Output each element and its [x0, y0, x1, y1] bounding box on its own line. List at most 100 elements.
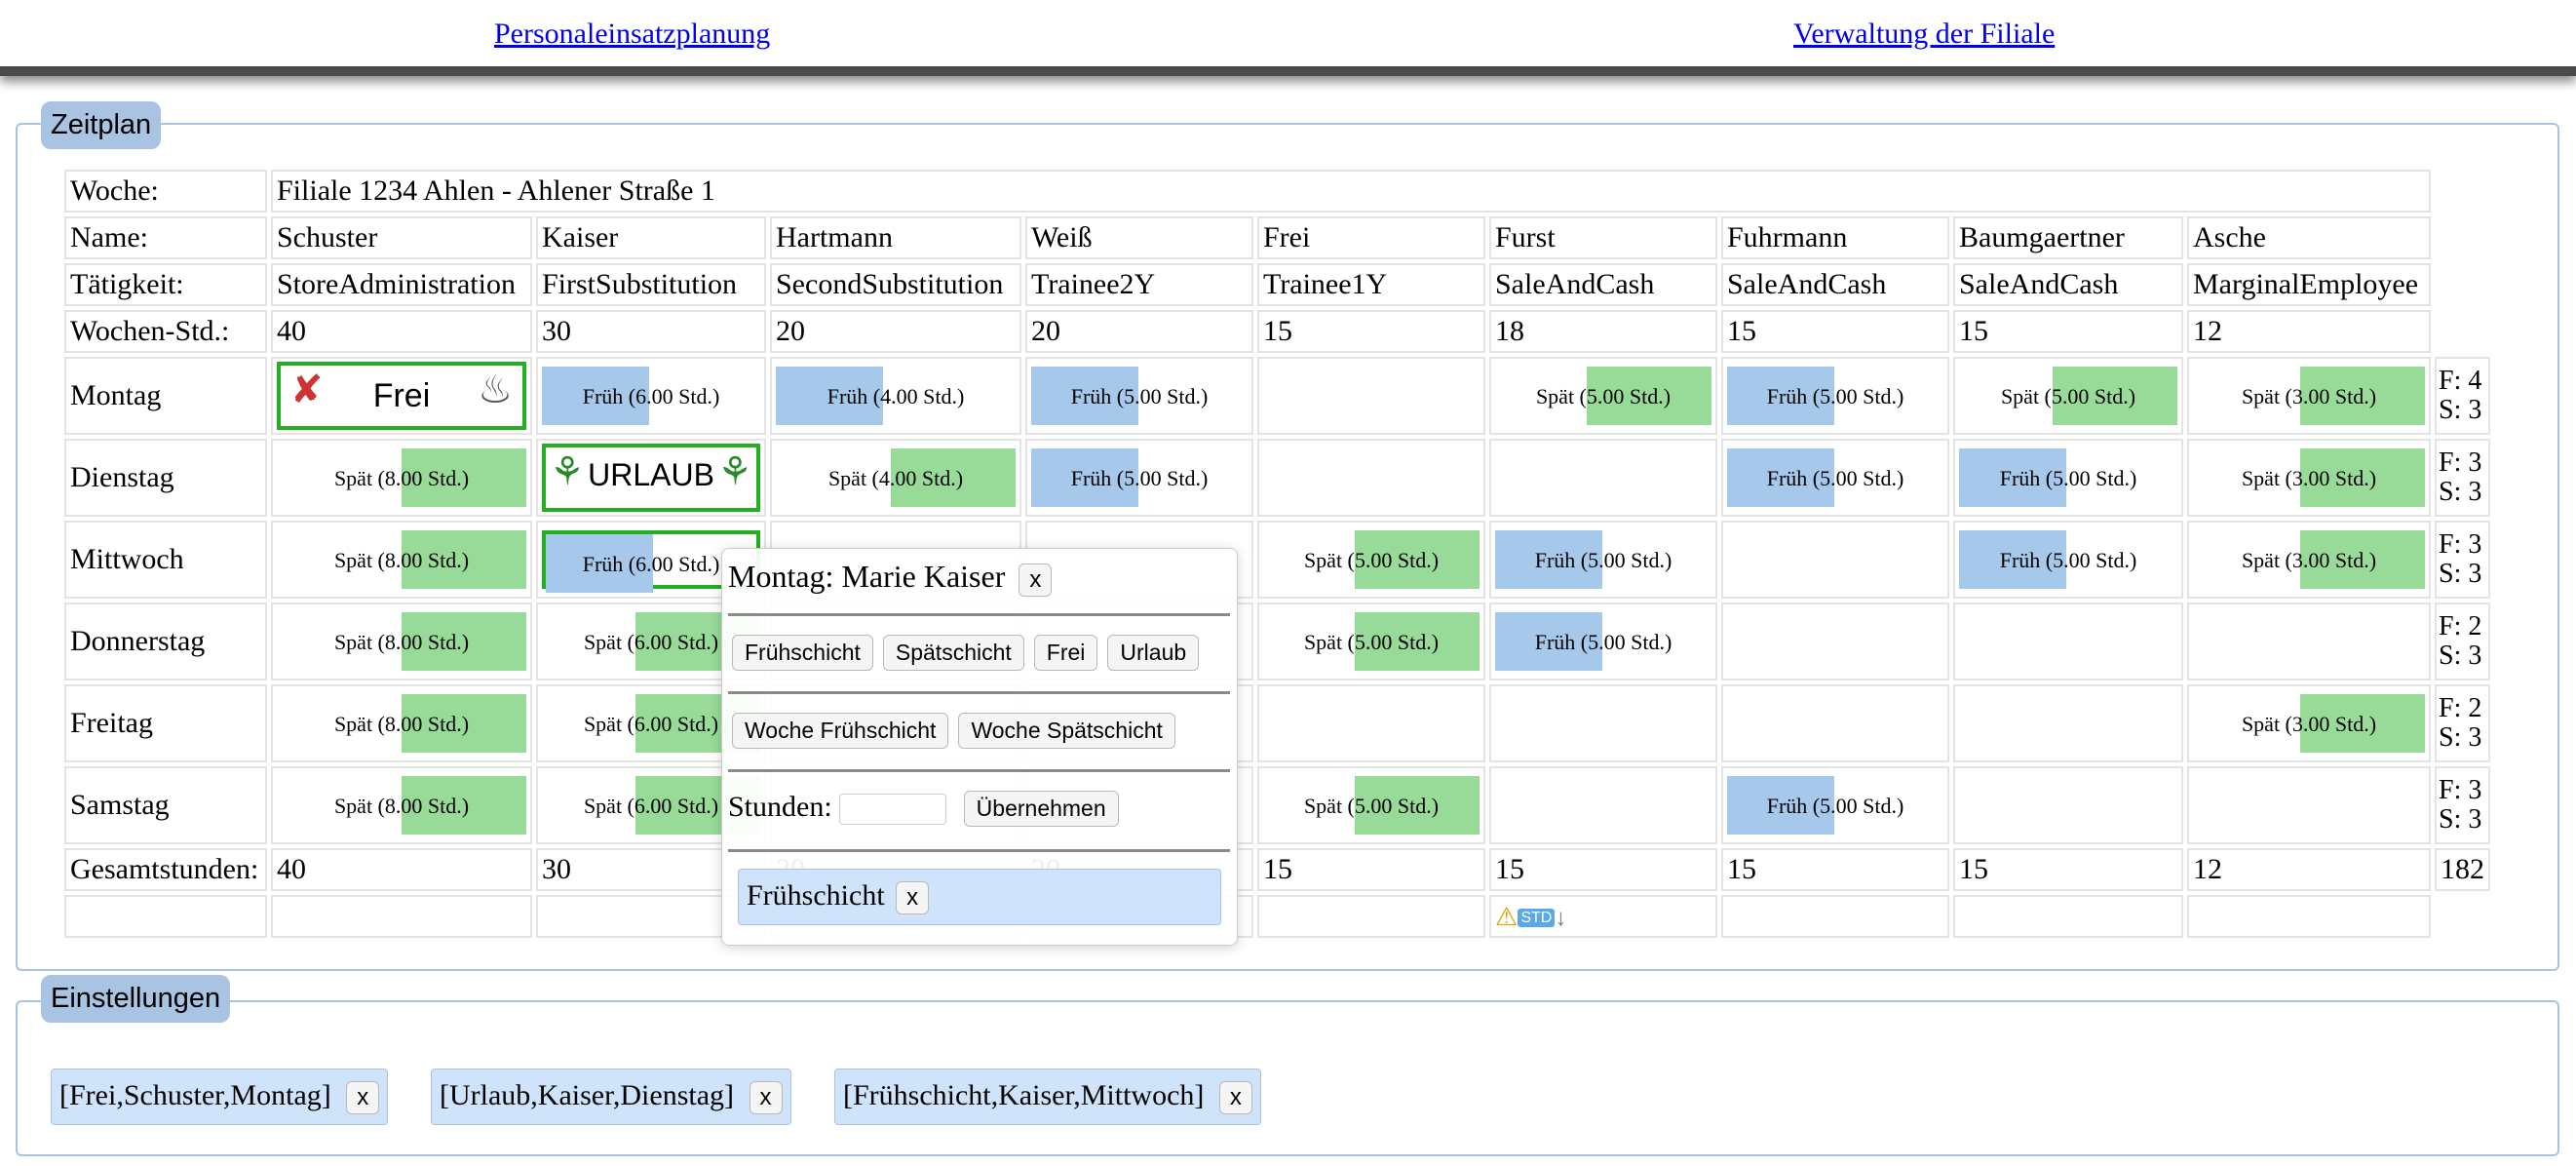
shift-cell[interactable]: ✘ Frei ♨ — [271, 357, 532, 435]
employee-name: Schuster — [271, 216, 532, 259]
woche-fruehschicht-button[interactable]: Woche Frühschicht — [732, 713, 949, 749]
shift-cell[interactable]: Spät (5.00 Std.) — [1257, 766, 1485, 844]
shift-cell[interactable]: Spät (8.00 Std.) — [271, 602, 532, 680]
shift-cell[interactable]: Spät (8.00 Std.) — [271, 766, 532, 844]
late-shift[interactable]: Spät (5.00 Std.) — [1959, 367, 2177, 425]
early-shift[interactable]: Früh (5.00 Std.) — [1031, 448, 1248, 507]
late-shift[interactable]: Spät (8.00 Std.) — [277, 694, 526, 753]
late-shift[interactable]: Spät (3.00 Std.) — [2193, 530, 2425, 589]
spaetschicht-button[interactable]: Spätschicht — [882, 635, 1024, 671]
early-shift[interactable]: Früh (5.00 Std.) — [1495, 530, 1711, 589]
shift-label: Früh (5.00 Std.) — [1766, 466, 1904, 490]
late-shift[interactable]: Spät (5.00 Std.) — [1263, 612, 1480, 671]
shift-cell[interactable] — [1721, 684, 1949, 762]
verwaltung-filiale-link[interactable]: Verwaltung der Filiale — [1793, 18, 2055, 51]
shift-label: Spät (8.00 Std.) — [333, 466, 470, 490]
shift-cell[interactable]: Spät (5.00 Std.) — [1489, 357, 1717, 435]
shift-cell[interactable] — [1953, 684, 2183, 762]
shift-label: Spät (8.00 Std.) — [333, 630, 470, 654]
shift-cell[interactable]: Früh (5.00 Std.) — [1721, 357, 1949, 435]
shift-cell[interactable]: Spät (3.00 Std.) — [2187, 521, 2431, 599]
shift-cell[interactable]: Spät (5.00 Std.) — [1257, 602, 1485, 680]
early-shift[interactable]: Früh (5.00 Std.) — [1495, 612, 1711, 671]
shift-cell[interactable]: Spät (3.00 Std.) — [2187, 439, 2431, 517]
fruehschicht-button[interactable]: Frühschicht — [732, 635, 873, 671]
popup-close-button[interactable]: x — [1019, 564, 1053, 597]
setting-chip-remove-button[interactable]: x — [346, 1081, 380, 1114]
urlaub-marker[interactable]: ⚘ URLAUB ⚘ — [542, 444, 760, 512]
woche-spaetschicht-button[interactable]: Woche Spätschicht — [958, 713, 1175, 749]
late-shift[interactable]: Spät (8.00 Std.) — [277, 530, 526, 589]
late-shift[interactable]: Spät (8.00 Std.) — [277, 612, 526, 671]
late-shift[interactable]: Spät (5.00 Std.) — [1263, 776, 1480, 835]
late-shift[interactable]: Spät (3.00 Std.) — [2193, 367, 2425, 425]
early-shift[interactable]: Früh (4.00 Std.) — [776, 367, 1016, 425]
early-count: F: 3 — [2439, 447, 2482, 478]
late-shift[interactable]: Spät (8.00 Std.) — [277, 776, 526, 835]
shift-cell[interactable]: Früh (6.00 Std.) — [536, 357, 766, 435]
shift-cell[interactable]: Spät (8.00 Std.) — [271, 521, 532, 599]
shift-cell[interactable]: Früh (5.00 Std.) — [1025, 357, 1253, 435]
shift-cell[interactable]: Spät (8.00 Std.) — [271, 684, 532, 762]
warning-cell — [1953, 895, 2183, 938]
shift-cell[interactable]: ⚘ URLAUB ⚘ — [536, 439, 766, 517]
shift-cell[interactable]: Früh (5.00 Std.) — [1025, 439, 1253, 517]
employee-role: SaleAndCash — [1721, 263, 1949, 306]
late-shift[interactable]: Spät (4.00 Std.) — [776, 448, 1016, 507]
setting-chip-remove-button[interactable]: x — [749, 1081, 783, 1114]
shift-cell[interactable] — [1489, 684, 1717, 762]
personaleinsatzplanung-link[interactable]: Personaleinsatzplanung — [494, 18, 770, 51]
early-shift[interactable]: Früh (5.00 Std.) — [1727, 367, 1943, 425]
shift-cell[interactable] — [1721, 521, 1949, 599]
shift-cell[interactable]: Spät (3.00 Std.) — [2187, 357, 2431, 435]
shift-cell[interactable] — [1721, 602, 1949, 680]
shift-cell[interactable]: Spät (8.00 Std.) — [271, 439, 532, 517]
setting-chip-remove-button[interactable]: x — [1218, 1081, 1252, 1114]
early-shift[interactable]: Früh (5.00 Std.) — [1727, 776, 1943, 835]
late-shift[interactable]: Spät (3.00 Std.) — [2193, 694, 2425, 753]
shift-cell[interactable]: Spät (5.00 Std.) — [1953, 357, 2183, 435]
shift-cell[interactable]: Spät (5.00 Std.) — [1257, 521, 1485, 599]
late-shift[interactable]: Spät (3.00 Std.) — [2193, 448, 2425, 507]
shift-cell[interactable] — [1257, 357, 1485, 435]
late-shift[interactable]: Spät (8.00 Std.) — [277, 448, 526, 507]
shift-cell[interactable] — [2187, 602, 2431, 680]
early-shift[interactable]: Früh (5.00 Std.) — [1959, 448, 2177, 507]
shift-cell[interactable] — [1489, 766, 1717, 844]
shift-label: Spät (5.00 Std.) — [1303, 548, 1440, 572]
selected-shift-remove-button[interactable]: x — [896, 881, 930, 914]
shift-cell[interactable]: Früh (5.00 Std.) — [1721, 766, 1949, 844]
shift-cell[interactable]: Früh (4.00 Std.) — [770, 357, 1021, 435]
employee-total: 15 — [1257, 848, 1485, 891]
shift-cell[interactable]: Früh (5.00 Std.) — [1489, 521, 1717, 599]
shift-cell[interactable]: Früh (5.00 Std.) — [1489, 602, 1717, 680]
shift-cell[interactable] — [2187, 766, 2431, 844]
shift-cell[interactable] — [1953, 602, 2183, 680]
shift-label: Früh (5.00 Std.) — [1999, 466, 2137, 490]
shift-cell[interactable]: Früh (5.00 Std.) — [1953, 521, 2183, 599]
employee-role: SecondSubstitution — [770, 263, 1021, 306]
late-count: S: 3 — [2439, 722, 2482, 753]
shift-cell[interactable]: Spät (4.00 Std.) — [770, 439, 1021, 517]
shift-cell[interactable] — [1489, 439, 1717, 517]
late-shift[interactable]: Spät (5.00 Std.) — [1495, 367, 1711, 425]
frei-button[interactable]: Frei — [1033, 635, 1098, 671]
shift-cell[interactable]: Spät (3.00 Std.) — [2187, 684, 2431, 762]
shift-cell[interactable]: Früh (5.00 Std.) — [1953, 439, 2183, 517]
popup-title: Montag: Marie Kaiser x — [728, 559, 1053, 597]
shift-cell[interactable]: Früh (5.00 Std.) — [1721, 439, 1949, 517]
urlaub-button[interactable]: Urlaub — [1107, 635, 1200, 671]
frei-marker[interactable]: ✘ Frei ♨ — [277, 362, 526, 430]
early-shift[interactable]: Früh (5.00 Std.) — [1031, 367, 1248, 425]
employee-hours: 20 — [770, 310, 1021, 353]
early-shift[interactable]: Früh (5.00 Std.) — [1727, 448, 1943, 507]
late-shift[interactable]: Spät (5.00 Std.) — [1263, 530, 1480, 589]
uebernehmen-button[interactable]: Übernehmen — [963, 791, 1119, 827]
stunden-input[interactable] — [839, 794, 947, 826]
shift-cell[interactable] — [1257, 439, 1485, 517]
early-shift[interactable]: Früh (6.00 Std.) — [542, 367, 760, 425]
shift-label: Spät (5.00 Std.) — [1535, 384, 1672, 408]
shift-cell[interactable] — [1257, 684, 1485, 762]
early-shift[interactable]: Früh (5.00 Std.) — [1959, 530, 2177, 589]
shift-cell[interactable] — [1953, 766, 2183, 844]
